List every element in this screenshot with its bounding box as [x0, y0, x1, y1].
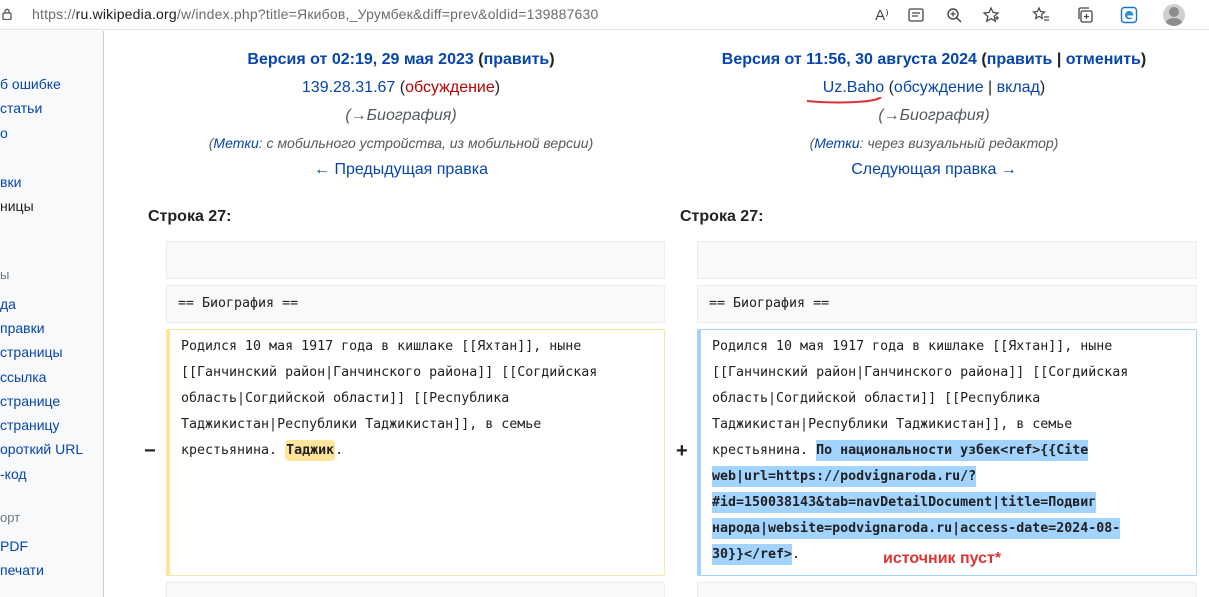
annotation-underline [806, 97, 882, 104]
read-aloud-icon[interactable]: A⁾ [872, 5, 892, 25]
sidebar-item-print[interactable]: печати [0, 562, 44, 578]
deleted-text-line-5: крестьянина. [181, 443, 286, 458]
right-tags-link[interactable]: Метки [814, 135, 859, 151]
deleted-line-marker: − [144, 440, 156, 462]
sidebar-item-page[interactable]: ницы [0, 198, 34, 214]
sidebar-item-edits[interactable]: вки [0, 174, 21, 190]
added-text-highlight-2: web|url=https://podvignaroda.ru/? [712, 466, 977, 487]
added-line-marker: + [676, 440, 688, 462]
sidebar-item-related-changes[interactable]: правки [0, 320, 45, 336]
left-context-heading: == Биография == [166, 285, 665, 323]
added-text-tail: . [792, 547, 801, 562]
left-author-link[interactable]: 139.28.31.67 [302, 79, 395, 96]
added-text-highlight-4: народа|website=podvignaroda.ru|access-da… [712, 518, 1121, 539]
deleted-word: Таджик [285, 440, 336, 461]
sidebar-item-page-info[interactable]: странице [0, 393, 60, 409]
left-talk-link[interactable]: обсуждение [405, 79, 495, 96]
right-contrib-link[interactable]: вклад [997, 79, 1040, 96]
added-text-line-5: крестьянина. [712, 443, 817, 458]
deleted-text-line-4: Таджикистан|Республики Таджикистан]], в … [181, 417, 542, 432]
collections-icon[interactable] [1075, 5, 1095, 25]
left-tags-text: : с мобильного устройства, из мобильной … [258, 135, 589, 151]
right-edit-summary: (→Биография) [878, 107, 990, 124]
sidebar-item-report-error[interactable]: б ошибке [0, 76, 61, 92]
reader-view-icon[interactable] [906, 5, 926, 25]
add-favorite-icon[interactable] [981, 5, 1001, 25]
next-edit-link[interactable]: Следующая правка → [851, 161, 1017, 178]
sidebar-section-export: орт [0, 510, 21, 525]
left-version-header: Версия от 02:19, 29 мая 2023 (править) 1… [148, 50, 654, 180]
url-path: /w/index.php?title=Якибов,_Урумбек&diff=… [176, 6, 599, 22]
sidebar-item-cite-page[interactable]: страницу [0, 417, 60, 433]
deleted-text-line-2: [[Ганчинский район|Ганчинского района]] … [181, 365, 598, 380]
address-bar[interactable]: https://ru.wikipedia.org/w/index.php?tit… [32, 6, 599, 22]
sidebar-item-qr-code[interactable]: -код [0, 466, 27, 482]
right-context-empty [697, 241, 1197, 279]
zoom-icon[interactable] [944, 5, 964, 25]
added-text-highlight-1: По национальности узбек<ref>{{Cite [816, 440, 1089, 461]
right-undo-link[interactable]: отменить [1066, 51, 1141, 68]
added-text-line-1: Родился 10 мая 1917 года в кишлаке [[Яхт… [712, 339, 1113, 354]
sidebar-item-article[interactable]: статьи [0, 100, 42, 116]
sidebar-item-short-url[interactable]: ороткий URL [0, 441, 83, 457]
sidebar-item-download-pdf[interactable]: PDF [0, 538, 28, 554]
lock-icon[interactable] [2, 8, 12, 20]
left-version-link[interactable]: Версия от 02:19, 29 мая 2023 [247, 51, 473, 68]
right-heading-text: == Биография == [709, 296, 830, 311]
annotation-source-empty: источник пуст* [883, 550, 1002, 567]
left-edit-summary: (→Биография) [345, 107, 457, 124]
deleted-text-line-3: область|Согдийской области]] [[Республик… [181, 391, 510, 406]
profile-avatar[interactable] [1163, 4, 1185, 26]
sidebar-item-whatlinkshere[interactable]: да [0, 296, 16, 312]
added-text-line-3: область|Согдийской области]] [[Республик… [712, 391, 1041, 406]
left-heading-text: == Биография == [178, 296, 299, 311]
added-text-line-4: Таджикистан|Республики Таджикистан]], в … [712, 417, 1073, 432]
sidebar-item-permalink[interactable]: ссылка [0, 369, 46, 385]
read-aloud-label: A⁾ [875, 7, 889, 24]
right-version-header: Версия от 11:56, 30 августа 2024 (правит… [680, 50, 1188, 180]
sidebar-item-special-pages[interactable]: страницы [0, 344, 63, 360]
left-edit-link[interactable]: править [484, 51, 550, 68]
right-context-next [697, 582, 1197, 597]
added-line-text: Родился 10 мая 1917 года в кишлаке [[Яхт… [701, 330, 1196, 568]
sidebar-item-info[interactable]: о [0, 125, 8, 141]
added-text-highlight-3: #id=150038143&tab=navDetailDocument|titl… [712, 492, 1097, 513]
edge-extension-icon[interactable] [1119, 5, 1139, 25]
right-author-link[interactable]: Uz.Baho [823, 79, 884, 96]
deleted-line: Родился 10 мая 1917 года в кишлаке [[Яхт… [166, 329, 665, 576]
left-line-number: Строка 27: [148, 208, 232, 225]
right-tags-text: : через визуальный редактор [859, 135, 1054, 151]
browser-toolbar: https://ru.wikipedia.org/w/index.php?tit… [0, 0, 1209, 30]
sidebar-section-tools: ы [0, 267, 10, 282]
deleted-text-line-1: Родился 10 мая 1917 года в кишлаке [[Яхт… [181, 339, 582, 354]
right-version-link[interactable]: Версия от 11:56, 30 августа 2024 [722, 51, 977, 68]
sidebar: б ошибке статьи о вки ницы ы да правки с… [0, 31, 104, 597]
deleted-text-tail: . [335, 443, 344, 458]
left-tags-link[interactable]: Метки [213, 135, 258, 151]
right-edit-link[interactable]: править [987, 51, 1053, 68]
right-tags: (Метки: через визуальный редактор) [809, 135, 1059, 151]
deleted-line-text: Родился 10 мая 1917 года в кишлаке [[Яхт… [170, 330, 664, 464]
added-text-line-2: [[Ганчинский район|Ганчинского района]] … [712, 365, 1129, 380]
left-tags: (Метки: с мобильного устройства, из моби… [208, 135, 594, 151]
right-talk-link[interactable]: обсуждение [894, 79, 984, 96]
previous-edit-link[interactable]: ← Предыдущая правка [314, 161, 488, 178]
favorites-icon[interactable] [1031, 5, 1051, 25]
right-line-number: Строка 27: [680, 208, 764, 225]
right-context-heading: == Биография == [697, 285, 1197, 323]
url-host: ru.wikipedia.org [75, 6, 177, 22]
added-line: Родился 10 мая 1917 года в кишлаке [[Яхт… [697, 329, 1197, 576]
added-text-highlight-5: 30}}</ref> [712, 544, 793, 565]
left-context-empty [166, 241, 665, 279]
url-prefix: https:// [32, 6, 76, 22]
left-context-next [166, 582, 665, 597]
